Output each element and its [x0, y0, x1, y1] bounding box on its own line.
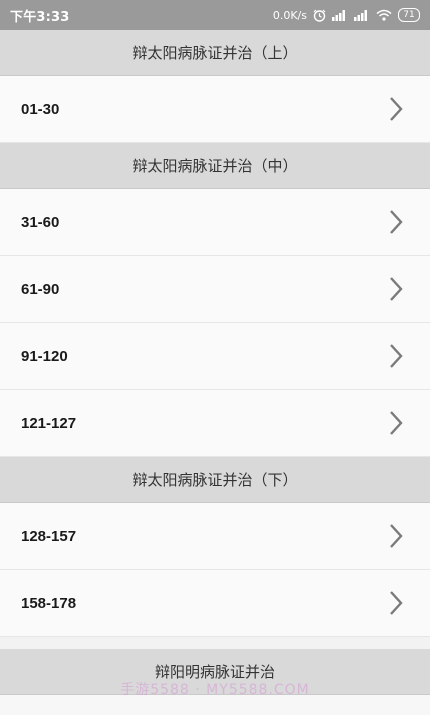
list-item-91-120[interactable]: 91-120 [0, 323, 430, 390]
chevron-right-icon [388, 343, 404, 369]
status-icons: 0.0K/s 71 [273, 8, 420, 22]
status-time: 下午3:33 [10, 9, 70, 25]
chapter-list: 辩太阳病脉证并治（上） 01-30 辩太阳病脉证并治（中） 31-60 61-9… [0, 30, 430, 715]
chevron-right-icon [388, 410, 404, 436]
list-item-121-127[interactable]: 121-127 [0, 390, 430, 457]
list-item-01-30[interactable]: 01-30 [0, 76, 430, 143]
chevron-right-icon [388, 590, 404, 616]
list-item-128-157[interactable]: 128-157 [0, 503, 430, 570]
list-item-31-60[interactable]: 31-60 [0, 189, 430, 256]
section-header-yangming: 辩阳明病脉证并治 [0, 649, 430, 695]
chevron-right-icon [388, 209, 404, 235]
section-header-zhongpian: 辩太阳病脉证并治（中） [0, 143, 430, 189]
network-speed: 0.0K/s [272, 8, 307, 22]
list-item-label: 31-60 [21, 213, 60, 231]
section-header-shangpian: 辩太阳病脉证并治（上） [0, 30, 430, 76]
list-item-label: 121-127 [21, 414, 77, 432]
chevron-right-icon [388, 523, 404, 549]
list-item-label: 128-157 [21, 527, 77, 545]
wifi-icon [376, 9, 392, 21]
list-item-label: 158-178 [21, 594, 77, 612]
alarm-icon [313, 9, 326, 22]
section-header-xiapian: 辩太阳病脉证并治（下） [0, 457, 430, 503]
chevron-right-icon [388, 276, 404, 302]
chevron-right-icon [388, 96, 404, 122]
section-gap [0, 637, 430, 649]
signal-icon-sim1 [332, 9, 348, 21]
list-item-label: 91-120 [21, 347, 68, 365]
list-item-label: 61-90 [21, 280, 60, 298]
battery-icon: 71 [398, 8, 420, 22]
signal-icon-sim2 [354, 9, 370, 21]
list-item-158-178[interactable]: 158-178 [0, 570, 430, 637]
list-item-label: 01-30 [21, 100, 60, 118]
list-item-61-90[interactable]: 61-90 [0, 256, 430, 323]
status-bar: 下午3:33 0.0K/s 71 [0, 0, 430, 30]
